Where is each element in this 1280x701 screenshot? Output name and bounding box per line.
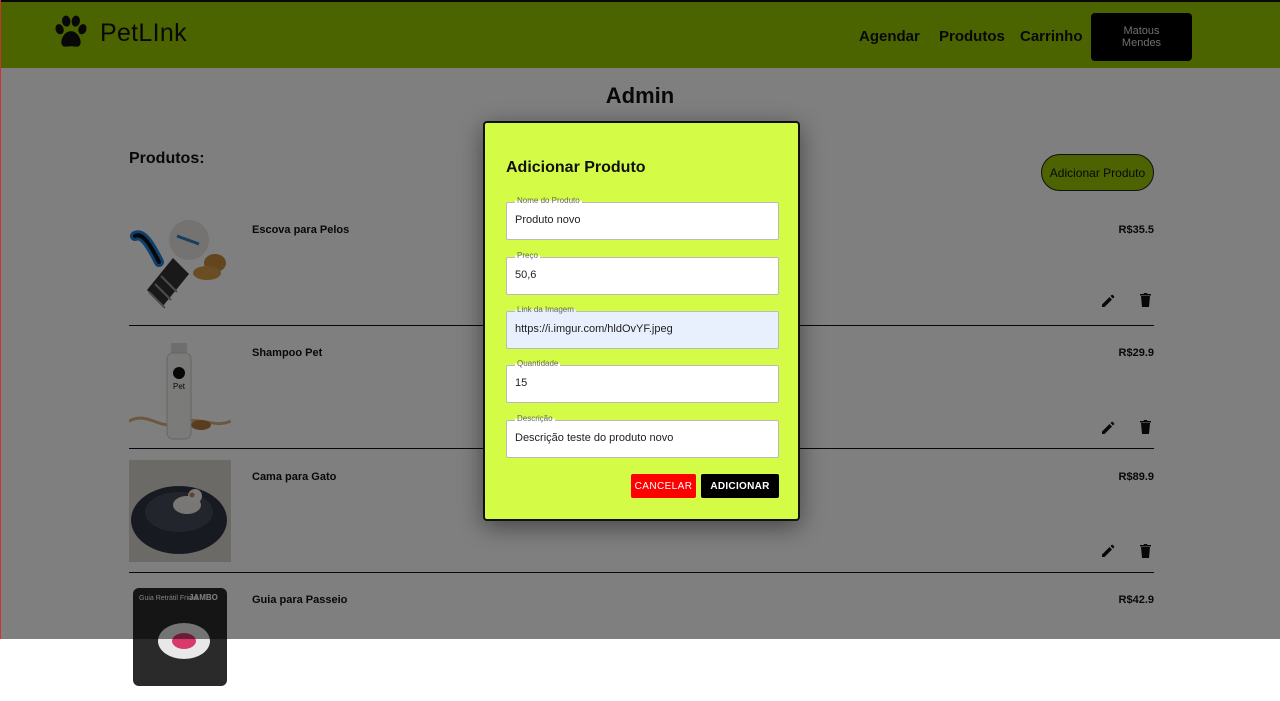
submit-add-button[interactable]: ADICIONAR — [701, 474, 779, 498]
image-link-field: Link da Imagem — [506, 305, 779, 349]
dialog-title: Adicionar Produto — [506, 159, 646, 176]
product-name-field: Nome do Produto — [506, 196, 779, 240]
cancel-button[interactable]: CANCELAR — [631, 474, 696, 498]
quantity-input[interactable] — [515, 377, 770, 389]
field-label: Descrição — [515, 414, 555, 423]
field-label: Link da Imagem — [515, 305, 576, 314]
quantity-field: Quantidade — [506, 359, 779, 403]
product-name-input[interactable] — [515, 214, 770, 226]
image-link-input[interactable] — [515, 323, 770, 335]
field-label: Nome do Produto — [515, 196, 582, 205]
window-edge — [0, 0, 1, 639]
add-product-dialog: Adicionar Produto Nome do Produto Preço … — [483, 121, 800, 521]
field-label: Quantidade — [515, 359, 561, 368]
price-input[interactable] — [515, 269, 770, 281]
field-label: Preço — [515, 251, 540, 260]
description-input[interactable] — [515, 432, 770, 444]
price-field: Preço — [506, 251, 779, 295]
description-field: Descrição — [506, 414, 779, 458]
